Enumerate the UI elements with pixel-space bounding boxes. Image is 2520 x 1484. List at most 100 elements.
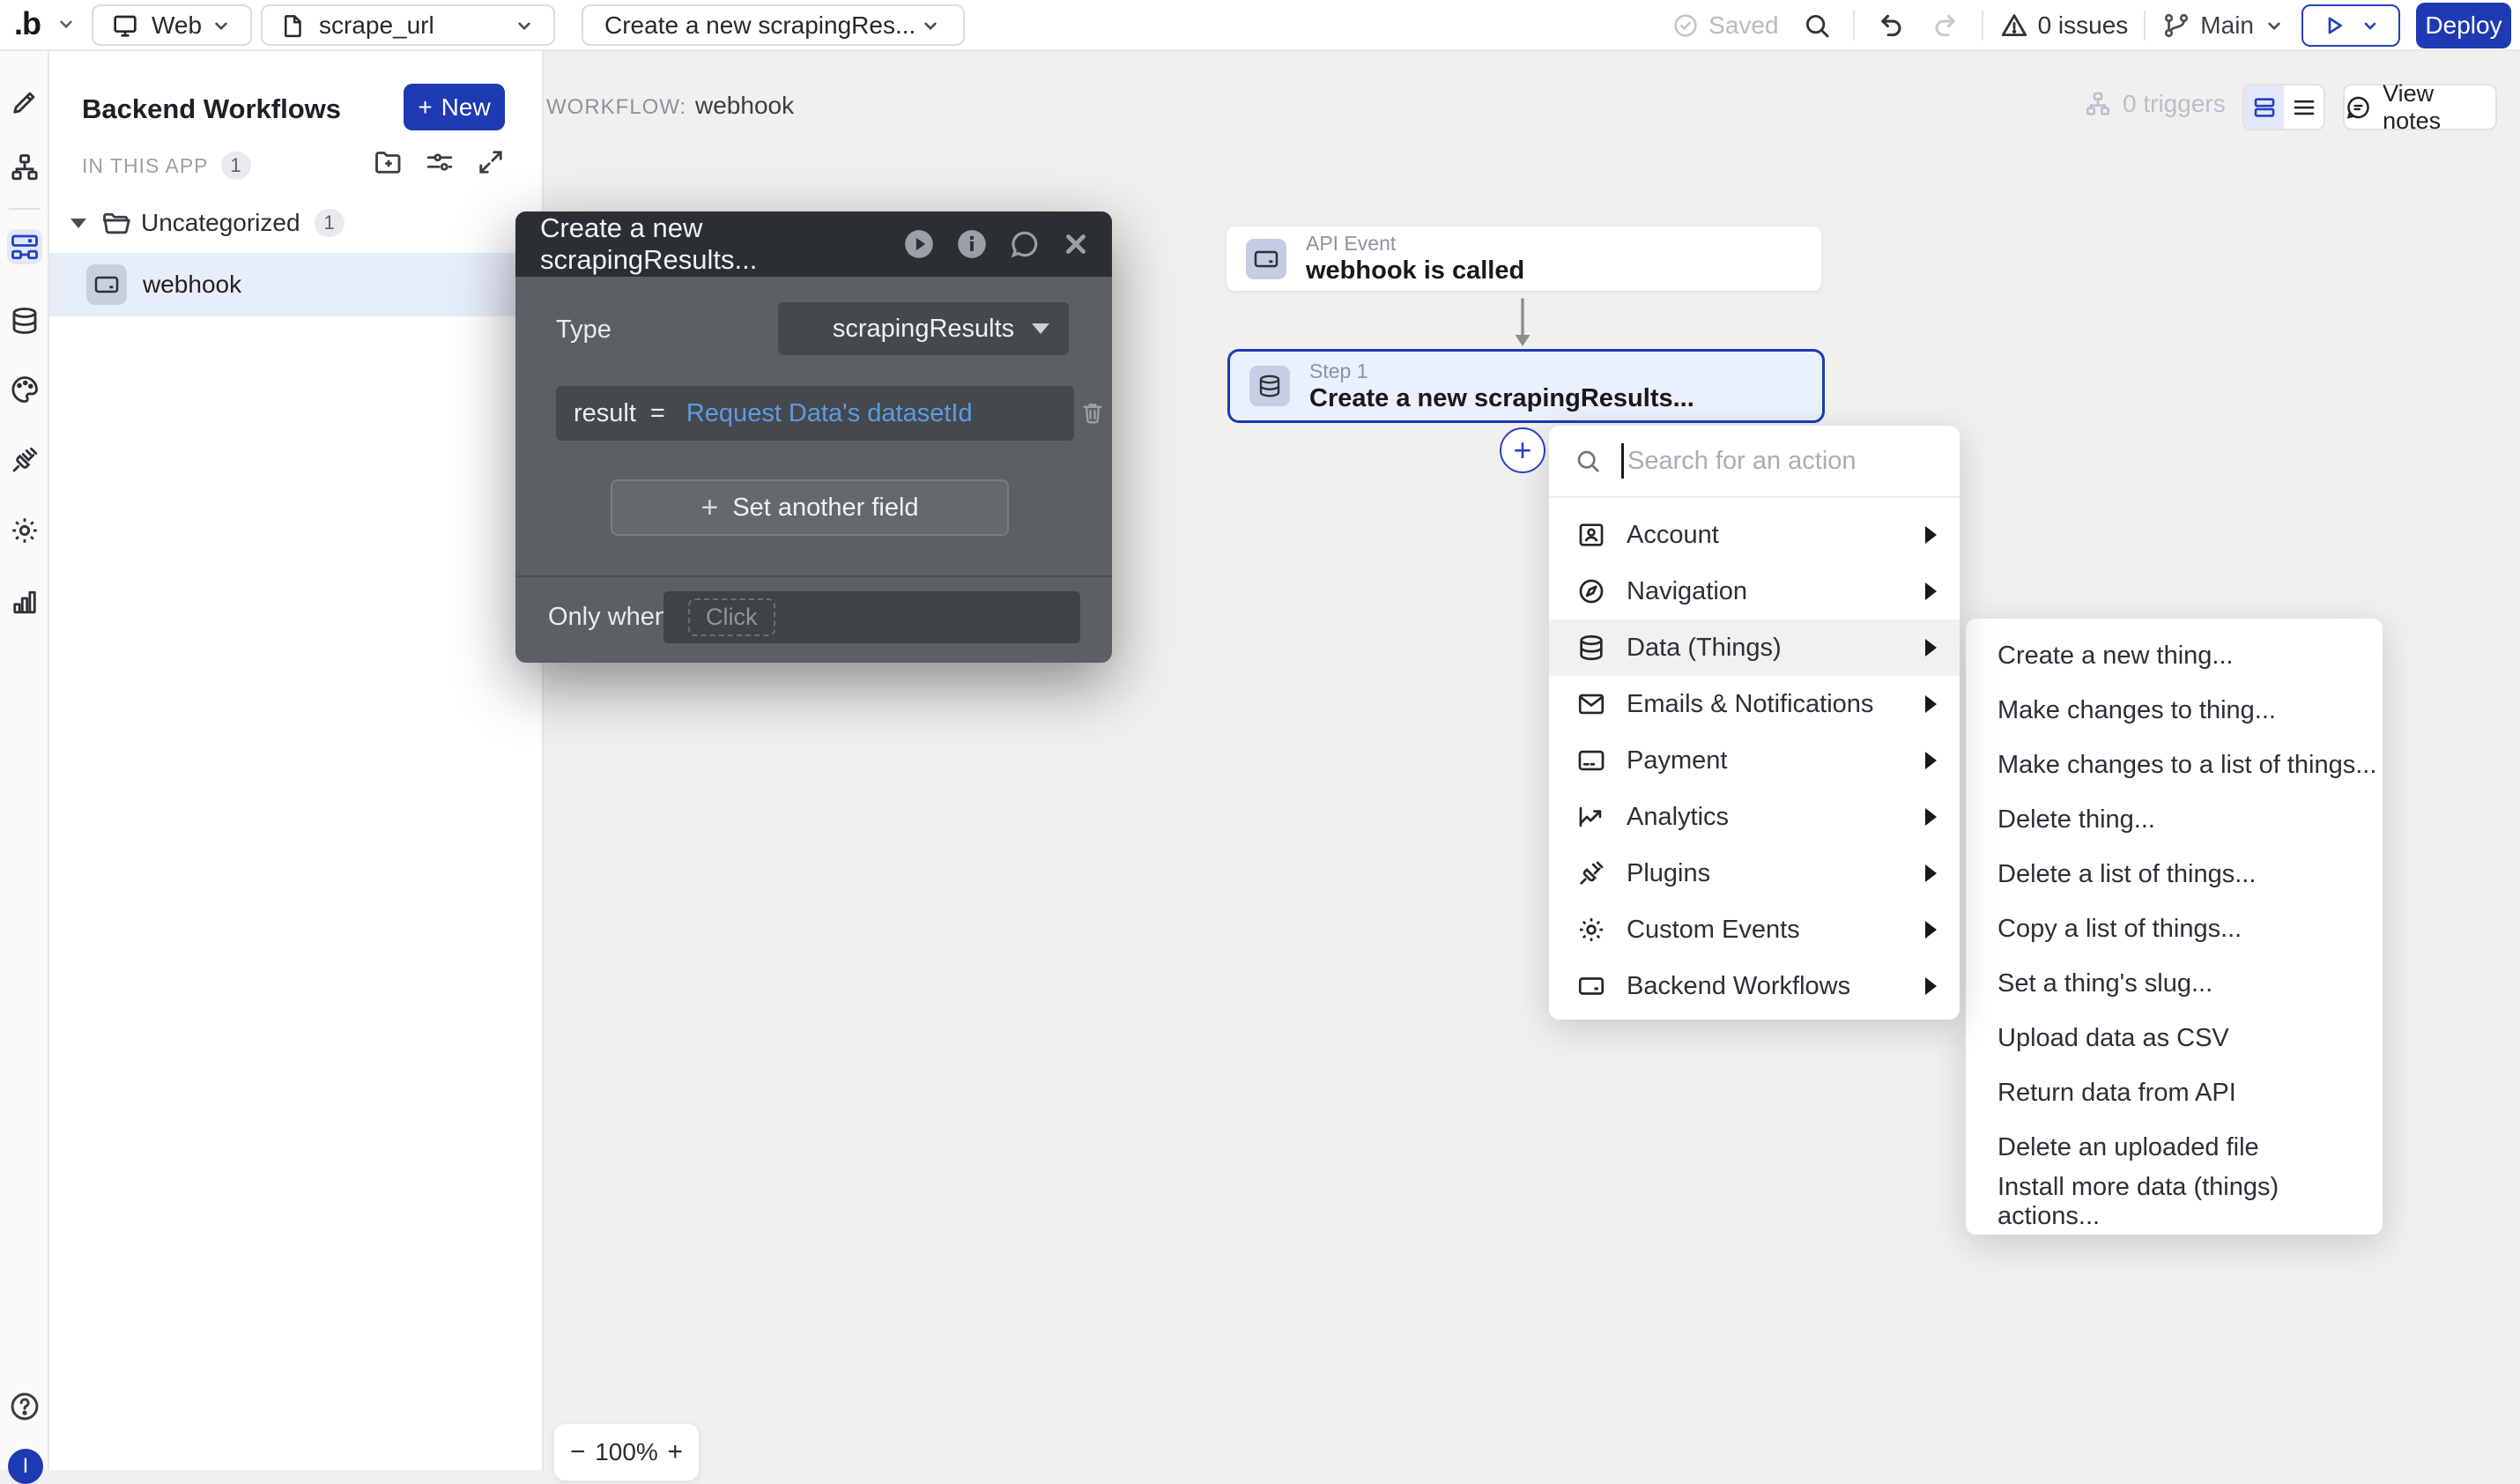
search-button[interactable] xyxy=(1797,5,1837,46)
event-card[interactable]: API Event webhook is called xyxy=(1227,226,1821,291)
database-icon xyxy=(1576,633,1606,663)
only-when-input[interactable]: Click xyxy=(663,591,1080,643)
submenu-item[interactable]: Upload data as CSV xyxy=(1966,1011,2383,1065)
action-category-label: Data (Things) xyxy=(1627,634,1782,663)
action-category-data-things[interactable]: Data (Things) xyxy=(1549,620,1960,676)
submenu-item[interactable]: Set a thing's slug... xyxy=(1966,956,2383,1011)
set-another-field-label: Set another field xyxy=(732,493,918,523)
add-folder-button[interactable] xyxy=(373,146,404,178)
logo-menu-button[interactable] xyxy=(55,12,78,35)
nav-settings-button[interactable] xyxy=(7,513,42,548)
chevron-down-icon xyxy=(2360,15,2381,36)
pencil-icon xyxy=(9,86,41,118)
help-button[interactable] xyxy=(7,1389,42,1424)
data-things-submenu: Create a new thing... Make changes to th… xyxy=(1966,619,2383,1235)
preview-run-button[interactable] xyxy=(2301,4,2400,47)
comment-icon[interactable] xyxy=(1008,227,1041,261)
action-category-plugins[interactable]: Plugins xyxy=(1549,845,1960,902)
modal-divider xyxy=(515,575,1112,577)
folder-icon xyxy=(100,207,132,239)
action-category-payment[interactable]: Payment xyxy=(1549,732,1960,789)
submenu-caret-icon xyxy=(1925,639,1937,657)
action-category-navigation[interactable]: Navigation xyxy=(1549,563,1960,620)
plus-icon: + xyxy=(1513,432,1531,469)
zoom-in-button[interactable]: + xyxy=(667,1437,683,1467)
delete-field-button[interactable] xyxy=(1079,398,1106,427)
redo-button[interactable] xyxy=(1925,5,1966,46)
sitemap-icon xyxy=(2084,90,2112,118)
folder-plus-icon xyxy=(373,146,404,178)
zoom-out-button[interactable]: − xyxy=(570,1437,586,1467)
submenu-item[interactable]: Create a new thing... xyxy=(1966,628,2383,683)
action-category-analytics[interactable]: Analytics xyxy=(1549,789,1960,845)
platform-dropdown[interactable]: Web xyxy=(92,4,252,46)
account-icon xyxy=(1576,520,1606,550)
avatar[interactable]: I xyxy=(8,1449,43,1484)
add-step-button[interactable]: + xyxy=(1500,427,1545,473)
triggers-indicator: 0 triggers xyxy=(2084,90,2226,118)
compass-icon xyxy=(1576,576,1606,606)
event-card-title: webhook is called xyxy=(1306,256,1524,286)
action-category-backend-workflows[interactable]: Backend Workflows xyxy=(1549,958,1960,1014)
branch-selector[interactable]: Main xyxy=(2161,11,2286,41)
deploy-button[interactable]: Deploy xyxy=(2416,3,2511,48)
element-label: Create a new scrapingRes... xyxy=(604,11,915,40)
submenu-caret-icon xyxy=(1925,921,1937,939)
run-icon[interactable] xyxy=(902,227,936,261)
folder-row-uncategorized[interactable]: Uncategorized 1 xyxy=(49,203,544,243)
triggers-label: 0 triggers xyxy=(2123,90,2226,118)
list-view-button[interactable] xyxy=(2284,85,2324,129)
submenu-item[interactable]: Copy a list of things... xyxy=(1966,902,2383,956)
toolbar-divider xyxy=(1853,11,1855,41)
cards-view-button[interactable] xyxy=(2244,85,2284,129)
submenu-item[interactable]: Make changes to a list of things... xyxy=(1966,738,2383,792)
action-category-account[interactable]: Account xyxy=(1549,507,1960,563)
redo-icon xyxy=(1931,11,1960,41)
page-dropdown[interactable]: scrape_url xyxy=(261,4,555,46)
gear-icon xyxy=(1576,915,1606,945)
submenu-item[interactable]: Install more data (things) actions... xyxy=(1966,1175,2383,1229)
nav-data-button[interactable] xyxy=(7,303,42,338)
nav-backend-workflows-button[interactable] xyxy=(7,229,42,264)
submenu-item[interactable]: Delete a list of things... xyxy=(1966,847,2383,902)
expand-button[interactable] xyxy=(475,146,507,178)
field-assignment-row[interactable]: result = Request Data's datasetId xyxy=(556,386,1074,441)
nav-logs-button[interactable] xyxy=(7,583,42,619)
type-value: scrapingResults xyxy=(833,315,1014,344)
nav-pages-button[interactable] xyxy=(7,150,42,185)
submenu-caret-icon xyxy=(1925,977,1937,995)
action-search-input[interactable]: Search for an action xyxy=(1549,426,1960,498)
action-category-custom-events[interactable]: Custom Events xyxy=(1549,902,1960,958)
info-icon[interactable] xyxy=(955,227,989,261)
submenu-item[interactable]: Make changes to thing... xyxy=(1966,683,2383,738)
filter-button[interactable] xyxy=(424,146,456,178)
nav-plugins-button[interactable] xyxy=(7,442,42,478)
caret-down-icon xyxy=(70,219,86,228)
action-category-emails[interactable]: Emails & Notifications xyxy=(1549,676,1960,732)
set-another-field-button[interactable]: + Set another field xyxy=(611,479,1009,536)
nav-styles-button[interactable] xyxy=(7,372,42,407)
submenu-item[interactable]: Delete thing... xyxy=(1966,792,2383,847)
submenu-item[interactable]: Return data from API xyxy=(1966,1065,2383,1120)
submenu-item[interactable]: Delete an uploaded file xyxy=(1966,1120,2383,1175)
help-icon xyxy=(8,1390,41,1423)
step-card-selected[interactable]: Step 1 Create a new scrapingResults... xyxy=(1227,349,1825,423)
view-notes-label: View notes xyxy=(2383,80,2495,135)
action-search-menu: Search for an action Account Navigation … xyxy=(1549,426,1960,1020)
view-notes-button[interactable]: View notes xyxy=(2343,84,2497,130)
bubble-logo: .b xyxy=(14,5,41,42)
plus-icon: + xyxy=(700,491,718,525)
close-icon[interactable] xyxy=(1061,229,1091,259)
new-workflow-button[interactable]: + New xyxy=(404,84,505,130)
modal-header[interactable]: Create a new scrapingResults... xyxy=(515,211,1112,277)
workflow-list-item-webhook[interactable]: webhook xyxy=(49,253,544,316)
field-value-expression[interactable]: Request Data's datasetId xyxy=(686,399,973,428)
undo-button[interactable] xyxy=(1871,5,1911,46)
action-category-label: Emails & Notifications xyxy=(1627,690,1873,719)
bar-chart-icon xyxy=(9,585,41,617)
type-select[interactable]: scrapingResults xyxy=(778,302,1069,355)
element-dropdown[interactable]: Create a new scrapingRes... xyxy=(582,4,965,46)
nav-design-button[interactable] xyxy=(7,85,42,120)
sliders-icon xyxy=(424,146,456,178)
issues-button[interactable]: 0 issues xyxy=(1999,11,2129,41)
